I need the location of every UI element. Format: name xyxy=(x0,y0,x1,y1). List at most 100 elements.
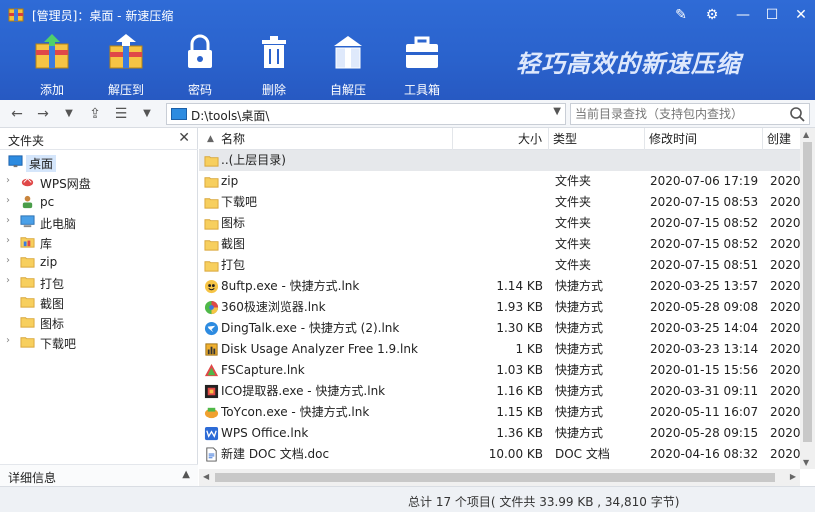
tree-item-4[interactable]: › 库 xyxy=(0,232,198,252)
address-path: D:\tools\桌面\ xyxy=(191,109,270,123)
file-name: FSCapture.lnk xyxy=(221,363,305,377)
folder-icon xyxy=(20,254,36,270)
table-row[interactable]: 截图 文件夹 2020-07-15 08:52 2020 xyxy=(199,234,800,255)
file-name: 打包 xyxy=(221,258,246,272)
search-icon[interactable] xyxy=(789,106,805,122)
extract-to-button[interactable]: 解压到 xyxy=(94,32,158,98)
file-created: 2020 xyxy=(770,405,800,419)
tree-item-3[interactable]: › 此电脑 xyxy=(0,212,198,232)
history-dropdown-icon[interactable]: ▼ xyxy=(60,105,78,123)
file-created: 2020 xyxy=(770,195,800,209)
file-name: WPS Office.lnk xyxy=(221,426,309,440)
expand-arrow-icon[interactable]: › xyxy=(6,235,16,246)
tree-item-9[interactable]: › 下载吧 xyxy=(0,332,198,352)
table-row[interactable]: 下载吧 文件夹 2020-07-15 08:53 2020 xyxy=(199,192,800,213)
file-type: 快捷方式 xyxy=(555,321,604,335)
view-dropdown-icon[interactable]: ▼ xyxy=(138,105,156,123)
vertical-scroll-thumb[interactable] xyxy=(803,142,812,442)
address-dropdown-icon[interactable]: ▼ xyxy=(553,106,561,117)
toolbox-button[interactable]: 工具箱 xyxy=(390,32,454,98)
scroll-down-arrow[interactable]: ▼ xyxy=(803,458,809,467)
back-arrow-icon[interactable]: ← xyxy=(8,105,26,123)
table-row[interactable]: 新建 DOC 文档.doc 10.00 KB DOC 文档 2020-04-16 08… xyxy=(199,444,800,465)
tree-item-0[interactable]: 桌面 xyxy=(0,152,198,172)
table-row[interactable]: WPS Office.lnk 1.36 KB 快捷方式 2020-05-28 09:1… xyxy=(199,423,800,444)
tree-item-label: 下载吧 xyxy=(40,337,77,351)
file-size xyxy=(455,150,543,171)
add-button[interactable]: 添加 xyxy=(20,32,84,98)
file-created: 2020 xyxy=(770,258,800,272)
table-row[interactable]: DingTalk.exe - 快捷方式 (2).lnk 1.30 KB 快捷方式 20… xyxy=(199,318,800,339)
search-input[interactable] xyxy=(575,105,785,123)
password-button[interactable]: 密码 xyxy=(168,32,232,98)
table-row[interactable]: 8uftp.exe - 快捷方式.lnk 1.14 KB 快捷方式 2020-03-2… xyxy=(199,276,800,297)
tree-item-label: zip xyxy=(40,255,58,269)
app-logo-icon xyxy=(8,8,24,22)
disk-analyzer-icon xyxy=(204,342,219,357)
details-panel-header[interactable]: 详细信息 ▲ xyxy=(0,464,198,486)
drive-icon xyxy=(171,108,187,120)
maximize-icon[interactable]: ☐ xyxy=(760,4,784,26)
tree-item-8[interactable]: 图标 xyxy=(0,312,198,332)
scroll-up-arrow[interactable]: ▲ xyxy=(803,130,809,139)
tree-item-label: 打包 xyxy=(40,277,65,291)
table-row[interactable]: FSCapture.lnk 1.03 KB 快捷方式 2020-01-15 15:56… xyxy=(199,360,800,381)
table-row[interactable]: ..(上层目录) xyxy=(199,150,800,171)
view-list-icon[interactable]: ☰ xyxy=(112,105,130,123)
expand-up-icon[interactable]: ▲ xyxy=(182,469,190,480)
file-modified: 2020-07-15 08:53 xyxy=(650,195,759,209)
forward-arrow-icon[interactable]: → xyxy=(34,105,52,123)
minimize-icon[interactable]: — xyxy=(731,4,755,26)
tree-item-6[interactable]: › 打包 xyxy=(0,272,198,292)
search-box[interactable] xyxy=(570,103,810,125)
table-row[interactable]: ToYcon.exe - 快捷方式.lnk 1.15 KB 快捷方式 2020-05-… xyxy=(199,402,800,423)
column-type[interactable]: 类型 xyxy=(549,128,645,150)
file-modified: 2020-05-11 16:07 xyxy=(650,405,759,419)
tree-item-1[interactable]: › WPS网盘 xyxy=(0,172,198,192)
expand-arrow-icon[interactable]: › xyxy=(6,255,16,266)
column-name[interactable]: ▲ 名称 xyxy=(199,128,453,150)
horizontal-scroll-thumb[interactable] xyxy=(215,473,775,482)
table-row[interactable]: Disk Usage Analyzer Free 1.9.lnk 1 KB 快捷方式… xyxy=(199,339,800,360)
folder-icon xyxy=(20,334,36,350)
expand-arrow-icon[interactable]: › xyxy=(6,215,16,226)
folder-icon xyxy=(20,314,36,330)
file-type: 快捷方式 xyxy=(555,405,604,419)
expand-arrow-icon[interactable]: › xyxy=(6,195,16,206)
column-header: ▲ 名称 大小 类型 修改时间 创建 xyxy=(199,128,800,150)
horizontal-scrollbar[interactable]: ◀ ▶ xyxy=(199,469,800,486)
tree-item-2[interactable]: › pc xyxy=(0,192,198,212)
delete-button[interactable]: 删除 xyxy=(242,32,306,98)
column-size[interactable]: 大小 xyxy=(453,128,549,150)
up-folder-icon[interactable]: ⇪ xyxy=(86,105,104,123)
scroll-right-arrow[interactable]: ▶ xyxy=(790,472,796,481)
folder-icon xyxy=(204,195,219,210)
edit-icon[interactable]: ✎ xyxy=(669,4,693,26)
column-modified[interactable]: 修改时间 xyxy=(645,128,763,150)
file-size: 10.00 KB xyxy=(488,447,543,461)
expand-arrow-icon[interactable]: › xyxy=(6,335,16,346)
close-icon[interactable]: ✕ xyxy=(789,4,813,26)
self-extract-button[interactable]: 自解压 xyxy=(316,32,380,98)
expand-arrow-icon[interactable]: › xyxy=(6,275,16,286)
address-bar[interactable]: D:\tools\桌面\ ▼ xyxy=(166,103,566,125)
expand-arrow-icon[interactable]: › xyxy=(6,175,16,186)
tree-item-label: pc xyxy=(40,195,55,209)
table-row[interactable]: 打包 文件夹 2020-07-15 08:51 2020 xyxy=(199,255,800,276)
tree-item-label: 图标 xyxy=(40,317,65,331)
file-created: 2020 xyxy=(770,426,800,440)
tree-item-7[interactable]: 截图 xyxy=(0,292,198,312)
tree-item-5[interactable]: › zip xyxy=(0,252,198,272)
scroll-left-arrow[interactable]: ◀ xyxy=(203,472,209,481)
settings-icon[interactable]: ⚙ xyxy=(700,4,724,26)
table-row[interactable]: 图标 文件夹 2020-07-15 08:52 2020 xyxy=(199,213,800,234)
table-row[interactable]: ICO提取器.exe - 快捷方式.lnk 1.16 KB 快捷方式 2020-03-… xyxy=(199,381,800,402)
column-created[interactable]: 创建 xyxy=(763,128,800,150)
table-row[interactable]: 360极速浏览器.lnk 1.93 KB 快捷方式 2020-05-28 09:08 2… xyxy=(199,297,800,318)
close-panel-icon[interactable]: ✕ xyxy=(178,130,190,146)
table-row[interactable]: zip 文件夹 2020-07-06 17:19 2020 xyxy=(199,171,800,192)
file-name: 360极速浏览器.lnk xyxy=(221,300,326,314)
vertical-scrollbar[interactable]: ▲ ▼ xyxy=(800,128,815,469)
folder-icon xyxy=(20,294,36,310)
folder-icon xyxy=(204,174,219,189)
